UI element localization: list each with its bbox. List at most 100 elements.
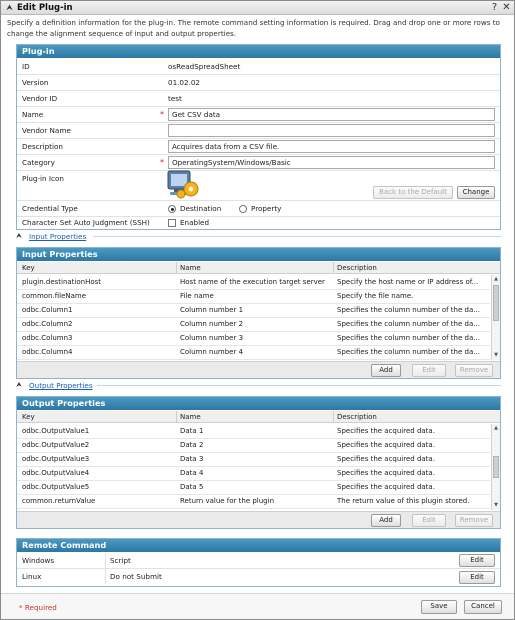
- vendor-name-input[interactable]: [168, 124, 495, 137]
- table-row[interactable]: odbc.Column4 Column number 4 Specifies t…: [17, 346, 490, 360]
- collapse-icon[interactable]: ⮝: [5, 3, 14, 12]
- cell-key: common.returnValue: [22, 497, 96, 505]
- cell-description: Specifies the acquired data.: [337, 455, 435, 463]
- column-divider: [105, 553, 106, 568]
- input-table-scrollbar[interactable]: ▲ ▼: [491, 275, 500, 360]
- input-properties-link[interactable]: Input Properties: [29, 232, 86, 241]
- collapse-input-icon[interactable]: ⮝: [16, 232, 22, 241]
- description-input[interactable]: Acquires data from a CSV file.: [168, 140, 495, 153]
- cell-name: Data 1: [180, 427, 204, 435]
- column-header-name[interactable]: Name: [180, 413, 201, 421]
- column-divider: [176, 262, 177, 274]
- column-header-description[interactable]: Description: [337, 264, 377, 272]
- input-edit-button[interactable]: Edit: [412, 364, 446, 377]
- cell-name: Column number 4: [180, 348, 244, 356]
- checkbox-label: Enabled: [180, 218, 210, 227]
- cell-name: File name: [180, 292, 214, 300]
- table-row[interactable]: odbc.OutputValue2 Data 2 Specifies the a…: [17, 439, 490, 453]
- edit-windows-command-button[interactable]: Edit: [459, 554, 495, 567]
- name-input[interactable]: Get CSV data: [168, 108, 495, 121]
- change-icon-button[interactable]: Change: [457, 186, 495, 199]
- output-properties-panel: Output Properties Key Name Description o…: [16, 396, 501, 529]
- output-properties-header: Output Properties: [17, 397, 500, 410]
- cell-description: Specifies the column number of the da...: [337, 348, 480, 356]
- column-divider: [105, 569, 106, 584]
- edit-linux-command-button[interactable]: Edit: [459, 571, 495, 584]
- cell-description: Specifies the acquired data.: [337, 483, 435, 491]
- field-label: Character Set Auto Judgment (SSH): [22, 218, 150, 227]
- scroll-thumb[interactable]: [493, 285, 499, 321]
- table-row[interactable]: common.fileName File name Specify the fi…: [17, 290, 490, 304]
- cell-description: Specifies the acquired data.: [337, 469, 435, 477]
- output-add-button[interactable]: Add: [371, 514, 401, 527]
- cell-name: Data 2: [180, 441, 204, 449]
- field-label: Category: [22, 158, 55, 167]
- cell-key: plugin.destinationHost: [22, 278, 102, 286]
- input-remove-button[interactable]: Remove: [455, 364, 493, 377]
- output-properties-link[interactable]: Output Properties: [29, 381, 93, 390]
- field-label: Vendor Name: [22, 126, 71, 135]
- field-value: osReadSpreadSheet: [168, 62, 241, 71]
- cell-description: Specifies the column number of the da...: [337, 320, 480, 328]
- cell-description: Specifies the column number of the da...: [337, 334, 480, 342]
- dialog-footer: * Required Save Cancel: [1, 593, 514, 619]
- cell-description: Specifies the column number of the da...: [337, 306, 480, 314]
- divider: [97, 385, 501, 386]
- output-table-scrollbar[interactable]: ▲ ▼: [491, 424, 500, 510]
- cell-key: odbc.Column4: [22, 348, 73, 356]
- cell-key: odbc.Column3: [22, 334, 73, 342]
- field-label: ID: [22, 62, 30, 71]
- back-to-default-button[interactable]: Back to the Default: [373, 186, 453, 199]
- table-row[interactable]: odbc.Column2 Column number 2 Specifies t…: [17, 318, 490, 332]
- credential-property-radio[interactable]: [239, 205, 247, 213]
- cancel-button[interactable]: Cancel: [464, 600, 502, 614]
- output-edit-button[interactable]: Edit: [412, 514, 446, 527]
- save-button[interactable]: Save: [421, 600, 457, 614]
- column-header-description[interactable]: Description: [337, 413, 377, 421]
- scroll-up-icon[interactable]: ▲: [492, 424, 500, 432]
- field-id: ID osReadSpreadSheet: [17, 59, 500, 75]
- dialog-title: Edit Plug-in: [17, 3, 73, 13]
- remote-command-row-linux: Linux Do not Submit Edit: [17, 569, 500, 585]
- cell-name: Host name of the execution target server: [180, 278, 325, 286]
- credential-destination-radio[interactable]: [168, 205, 176, 213]
- column-header-key[interactable]: Key: [22, 264, 35, 272]
- help-icon[interactable]: ?: [489, 2, 500, 13]
- table-row[interactable]: odbc.OutputValue3 Data 3 Specifies the a…: [17, 453, 490, 467]
- table-row[interactable]: odbc.Column1 Column number 1 Specifies t…: [17, 304, 490, 318]
- table-row[interactable]: common.returnValue Return value for the …: [17, 495, 490, 509]
- column-divider: [333, 262, 334, 274]
- plugin-panel: Plug-in ID osReadSpreadSheet Version 01.…: [16, 44, 501, 230]
- charset-enabled-checkbox[interactable]: [168, 219, 176, 227]
- field-label: Plug-in Icon: [22, 174, 64, 183]
- scroll-down-icon[interactable]: ▼: [492, 351, 500, 359]
- plugin-icon-image: [167, 170, 199, 199]
- field-label: Version: [22, 78, 49, 87]
- dialog-titlebar: ⮝ Edit Plug-in ? ✕: [1, 1, 514, 15]
- scroll-up-icon[interactable]: ▲: [492, 275, 500, 283]
- field-value: test: [168, 94, 182, 103]
- cell-description: The return value of this plugin stored.: [337, 497, 470, 505]
- table-row[interactable]: odbc.Column3 Column number 3 Specifies t…: [17, 332, 490, 346]
- table-row[interactable]: plugin.destinationHost Host name of the …: [17, 276, 490, 290]
- table-row[interactable]: odbc.OutputValue1 Data 1 Specifies the a…: [17, 425, 490, 439]
- input-add-button[interactable]: Add: [371, 364, 401, 377]
- output-remove-button[interactable]: Remove: [455, 514, 493, 527]
- table-row[interactable]: odbc.OutputValue4 Data 4 Specifies the a…: [17, 467, 490, 481]
- column-header-key[interactable]: Key: [22, 413, 35, 421]
- output-table-footer: Add Edit Remove: [17, 511, 500, 528]
- table-row[interactable]: odbc.OutputValue5 Data 5 Specifies the a…: [17, 481, 490, 495]
- cell-key: odbc.Column1: [22, 306, 73, 314]
- input-table-header: Key Name Description: [17, 262, 500, 274]
- column-divider: [333, 411, 334, 423]
- remote-command-row-windows: Windows Script Edit: [17, 553, 500, 569]
- category-input[interactable]: OperatingSystem/Windows/Basic: [168, 156, 495, 169]
- cell-key: odbc.OutputValue1: [22, 427, 90, 435]
- column-divider: [176, 411, 177, 423]
- scroll-thumb[interactable]: [493, 456, 499, 478]
- cell-name: Data 4: [180, 469, 204, 477]
- scroll-down-icon[interactable]: ▼: [492, 501, 500, 509]
- close-icon[interactable]: ✕: [501, 2, 512, 13]
- collapse-output-icon[interactable]: ⮝: [16, 381, 22, 390]
- column-header-name[interactable]: Name: [180, 264, 201, 272]
